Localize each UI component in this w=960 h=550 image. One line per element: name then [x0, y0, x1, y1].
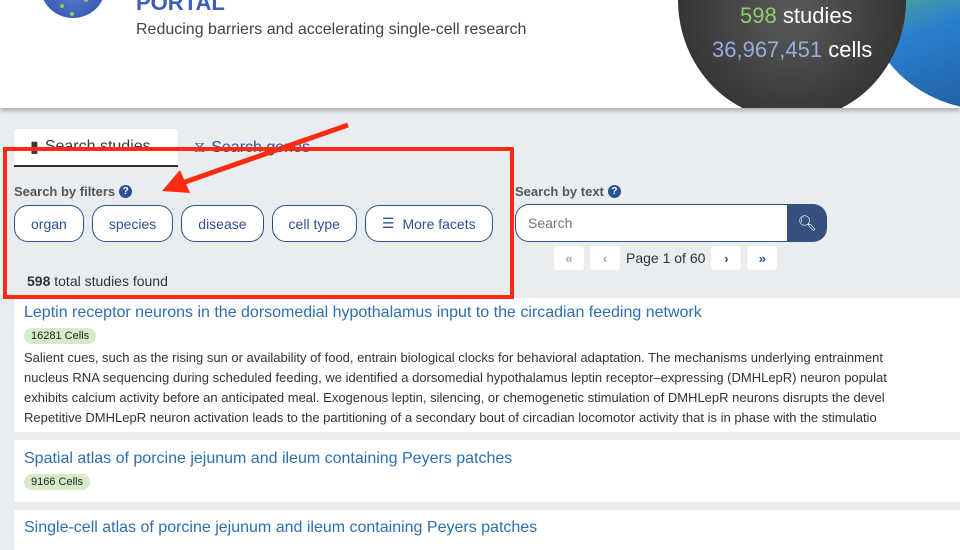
annotation-arrow: [162, 122, 349, 193]
